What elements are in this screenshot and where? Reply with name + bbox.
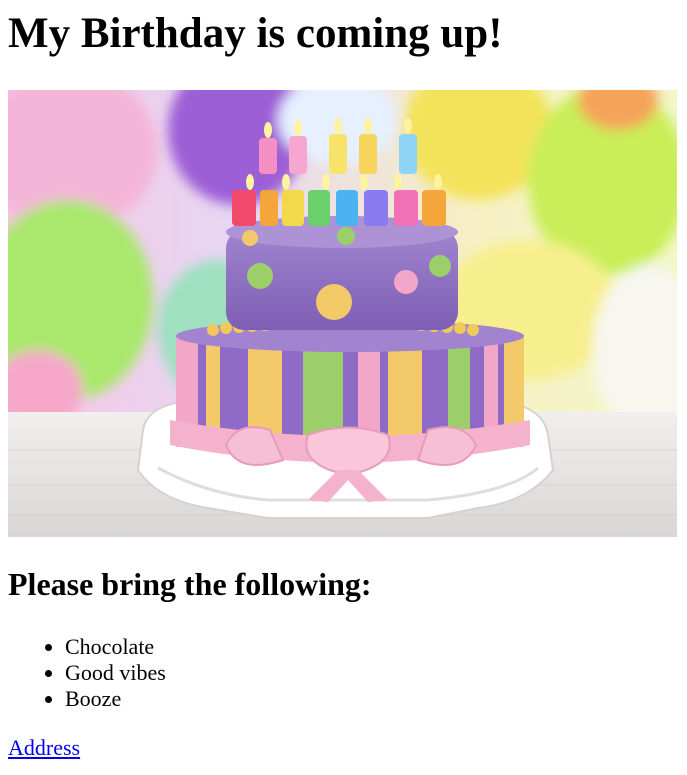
cake-top-tier bbox=[226, 216, 458, 330]
address-link[interactable]: Address bbox=[8, 734, 80, 762]
bullet-icon bbox=[45, 644, 52, 651]
list-item: Chocolate bbox=[8, 634, 166, 660]
page-title: My Birthday is coming up! bbox=[8, 10, 503, 57]
section-heading: Please bring the following: bbox=[8, 566, 372, 602]
cake-illustration bbox=[8, 90, 677, 537]
list-item-label: Good vibes bbox=[65, 660, 166, 685]
list-item: Good vibes bbox=[8, 660, 166, 686]
bullet-icon bbox=[45, 670, 52, 677]
bullet-icon bbox=[45, 696, 52, 703]
items-list: Chocolate Good vibes Booze bbox=[8, 634, 166, 712]
list-item-label: Booze bbox=[65, 686, 122, 711]
list-item: Booze bbox=[8, 686, 166, 712]
birthday-cake-image bbox=[8, 90, 677, 537]
list-item-label: Chocolate bbox=[65, 634, 155, 659]
